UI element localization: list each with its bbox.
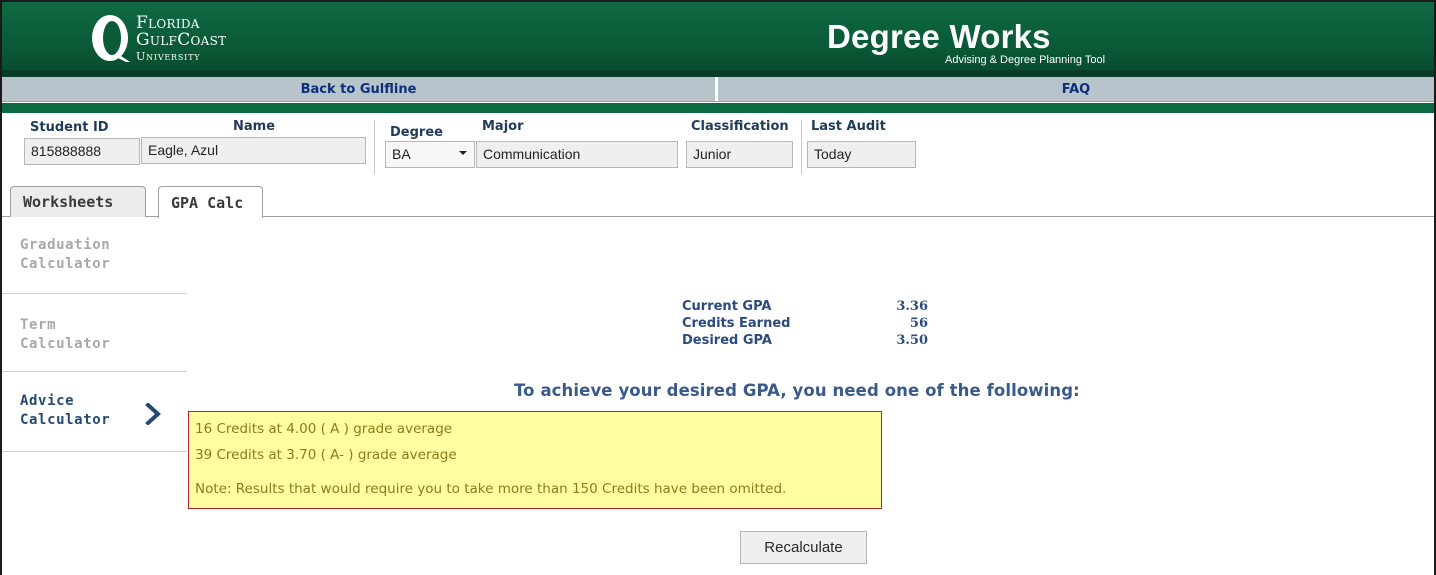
menu-item-label: Calculator — [20, 256, 111, 272]
advice-heading: To achieve your desired GPA, you need on… — [514, 381, 1080, 400]
student-id-label: Student ID — [30, 120, 109, 135]
tab-gpa-calc[interactable]: GPA Calc — [158, 186, 263, 218]
menu-item-label: Term — [20, 317, 57, 333]
logo-wordmark: Florida GulfCoast University — [136, 12, 227, 63]
last-audit-field: Today — [807, 141, 916, 168]
tab-bar: Worksheets GPA Calc — [2, 184, 1434, 218]
menu-item-label: Graduation — [20, 237, 111, 253]
banner-stripe — [2, 70, 1434, 77]
name-label: Name — [233, 119, 276, 134]
chevron-down-icon[interactable] — [458, 148, 468, 158]
credits-earned-label: Credits Earned — [682, 316, 791, 331]
field-separator — [801, 120, 802, 174]
nav-divider — [2, 103, 1434, 113]
chevron-right-icon — [145, 403, 161, 425]
advice-note: Note: Results that would require you to … — [195, 481, 787, 497]
back-to-gulfline-link[interactable]: Back to Gulfline — [2, 77, 718, 101]
classification-label: Classification — [691, 119, 789, 134]
recalculate-button[interactable]: Recalculate — [740, 531, 867, 564]
menu-item-term-calculator[interactable]: Term Calculator — [2, 294, 187, 372]
logo-word-gulfcoast: GulfCoast — [136, 29, 227, 50]
desired-gpa-label: Desired GPA — [682, 333, 772, 348]
field-separator — [374, 120, 375, 174]
top-nav-bar: Back to Gulfline FAQ — [2, 77, 1434, 102]
current-gpa-value: 3.36 — [896, 299, 928, 314]
menu-item-label: Calculator — [20, 336, 111, 352]
advice-result-item: 39 Credits at 3.70 ( A- ) grade average — [195, 447, 457, 463]
logo-word-florida: Florida — [136, 12, 200, 33]
advice-result-item: 16 Credits at 4.00 ( A ) grade average — [195, 421, 453, 437]
menu-item-graduation-calculator[interactable]: Graduation Calculator — [2, 218, 187, 294]
degree-label: Degree — [390, 125, 443, 140]
app-title: Degree Works — [827, 18, 1051, 55]
current-gpa-label: Current GPA — [682, 299, 772, 314]
advice-results-box: 16 Credits at 4.00 ( A ) grade average 3… — [188, 411, 882, 509]
university-logo[interactable]: Florida GulfCoast University — [90, 8, 226, 68]
app-subtitle: Advising & Degree Planning Tool — [945, 54, 1106, 66]
fgcu-logo-icon — [92, 15, 130, 62]
last-audit-label: Last Audit — [811, 119, 886, 134]
faq-link[interactable]: FAQ — [718, 77, 1434, 101]
logo-word-university: University — [136, 49, 201, 63]
student-id-field: 815888888 — [24, 138, 140, 165]
degree-selected-value: BA — [392, 146, 411, 162]
menu-item-label: Calculator — [20, 412, 111, 428]
classification-field: Junior — [686, 141, 793, 168]
header-banner: Florida GulfCoast University Degree Work… — [2, 2, 1434, 77]
credits-earned-value: 56 — [909, 316, 928, 331]
major-field: Communication — [476, 141, 678, 168]
desired-gpa-value: 3.50 — [896, 333, 928, 348]
menu-item-label: Advice — [20, 393, 75, 409]
tab-worksheets[interactable]: Worksheets — [10, 186, 146, 217]
menu-item-advice-calculator[interactable]: Advice Calculator — [2, 372, 187, 452]
major-label: Major — [482, 119, 524, 134]
app-frame: Florida GulfCoast University Degree Work… — [0, 0, 1436, 575]
name-field: Eagle, Azul — [141, 137, 366, 164]
